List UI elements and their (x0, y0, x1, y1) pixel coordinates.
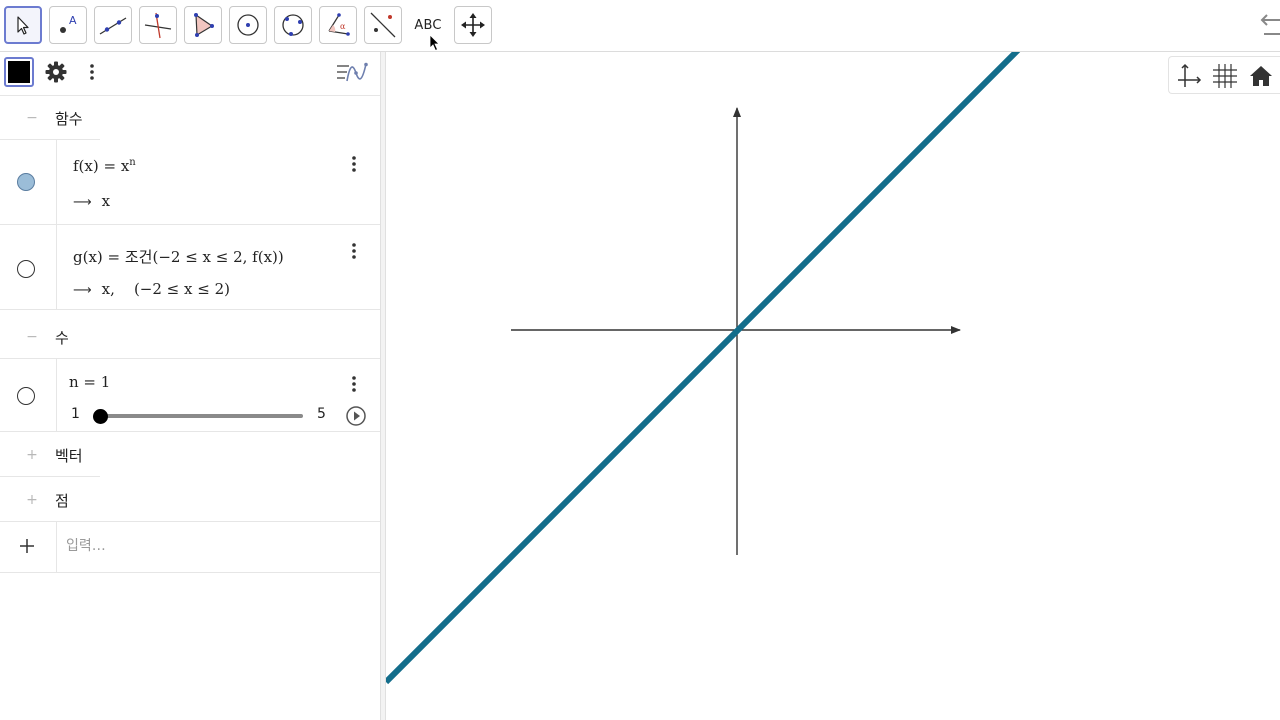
output-f: ⟶ x (73, 192, 110, 210)
group-divider (0, 476, 100, 477)
axes-toggle-icon[interactable] (1175, 62, 1203, 90)
group-numbers-label: 수 (55, 329, 69, 347)
item-menu-icon[interactable] (350, 240, 358, 262)
angle-icon: α (328, 13, 350, 36)
item-menu-icon[interactable] (350, 373, 358, 395)
algebra-description-icon[interactable] (335, 62, 369, 84)
visibility-toggle-n[interactable] (17, 387, 35, 405)
output-arrow-icon: ⟶ (73, 195, 92, 210)
color-swatch-button[interactable] (4, 57, 34, 87)
marble-column (0, 225, 57, 309)
marble-column (0, 140, 57, 224)
svg-text:A: A (69, 14, 77, 27)
grid-toggle-icon[interactable] (1211, 62, 1239, 90)
graphics-style-bar (1168, 56, 1280, 94)
color-swatch-fill (8, 61, 30, 83)
gear-icon[interactable] (44, 60, 68, 84)
output-g: ⟶ x, (−2 ≤ x ≤ 2) (73, 280, 230, 298)
point-tool-button[interactable]: A (49, 6, 87, 44)
undo-icon[interactable] (1258, 14, 1280, 38)
slider-n[interactable] (93, 408, 303, 424)
algebra-input[interactable] (66, 535, 366, 557)
group-functions: − 함수 (0, 96, 380, 140)
point-icon: A (60, 14, 77, 33)
group-points: + 점 (0, 478, 380, 522)
text-tool-label: ABC (414, 17, 442, 33)
line-tool-button[interactable] (94, 6, 132, 44)
item-menu-icon[interactable] (350, 153, 358, 175)
move-arrows-icon (461, 13, 485, 37)
output-f-value: x (101, 192, 111, 210)
plus-icon[interactable] (17, 536, 37, 556)
reflect-about-line-tool-button[interactable] (364, 6, 402, 44)
marble-column (0, 359, 57, 431)
algebra-view: − 함수 f(x) = xn ⟶ x g(x) = 조건(−2 ≤ x ≤ 2, … (0, 52, 380, 720)
slider-min-label: 1 (71, 406, 80, 422)
slider-max-label: 5 (317, 406, 326, 422)
group-vectors-label: 벡터 (55, 447, 83, 465)
graphics-view[interactable] (386, 52, 1280, 720)
polygon-tool-button[interactable] (184, 6, 222, 44)
main-toolbar: A α ABC (0, 0, 1280, 52)
mouse-cursor-icon (429, 34, 440, 52)
algebra-item-f[interactable]: f(x) = xn ⟶ x (0, 140, 380, 225)
group-numbers: − 수 (0, 315, 380, 359)
group-vectors: + 벡터 (0, 433, 380, 477)
algebra-header (0, 52, 380, 96)
expand-points-icon[interactable]: + (24, 492, 40, 508)
visibility-toggle-g[interactable] (17, 260, 35, 278)
circle-center-point-tool-button[interactable] (229, 6, 267, 44)
perpendicular-line-icon (144, 12, 172, 39)
collapse-functions-icon[interactable]: − (24, 110, 40, 126)
more-options-icon[interactable] (88, 61, 96, 83)
output-g-value: x, (−2 ≤ x ≤ 2) (101, 280, 230, 298)
svg-text:α: α (340, 22, 346, 31)
cursor-arrow-icon (17, 16, 29, 35)
group-functions-label: 함수 (55, 110, 83, 128)
home-icon[interactable] (1247, 62, 1275, 90)
polygon-icon (194, 13, 214, 37)
visibility-toggle-f[interactable] (17, 173, 35, 191)
formula-g[interactable]: g(x) = 조건(−2 ≤ x ≤ 2, f(x)) (73, 246, 284, 267)
output-arrow-icon: ⟶ (73, 283, 92, 298)
function-f-graph[interactable] (386, 52, 1021, 685)
circle-center-icon (237, 14, 259, 36)
circle-three-points-tool-button[interactable] (274, 6, 312, 44)
formula-n[interactable]: n = 1 (69, 373, 110, 391)
formula-f[interactable]: f(x) = xn (73, 157, 136, 175)
move-graphics-view-tool-button[interactable] (454, 6, 492, 44)
algebra-item-g[interactable]: g(x) = 조건(−2 ≤ x ≤ 2, f(x)) ⟶ x, (−2 ≤ x … (0, 225, 380, 310)
graphics-canvas[interactable] (386, 52, 1280, 720)
move-tool-button[interactable] (4, 6, 42, 44)
algebra-item-n[interactable]: n = 1 1 5 (0, 358, 380, 432)
text-tool-button[interactable]: ABC (409, 6, 447, 44)
formula-f-text: f(x) = x (73, 157, 130, 175)
collapse-numbers-icon[interactable]: − (24, 329, 40, 345)
slider-n-knob[interactable] (93, 408, 108, 424)
line-icon (99, 17, 127, 35)
expand-vectors-icon[interactable]: + (24, 447, 40, 463)
algebra-input-row (0, 521, 380, 573)
perpendicular-line-tool-button[interactable] (139, 6, 177, 44)
circle-three-points-icon (282, 14, 304, 36)
reflect-line-icon (370, 12, 396, 38)
play-icon[interactable] (345, 405, 367, 427)
angle-tool-button[interactable]: α (319, 6, 357, 44)
group-points-label: 점 (55, 492, 69, 510)
formula-f-exponent: n (129, 157, 136, 168)
